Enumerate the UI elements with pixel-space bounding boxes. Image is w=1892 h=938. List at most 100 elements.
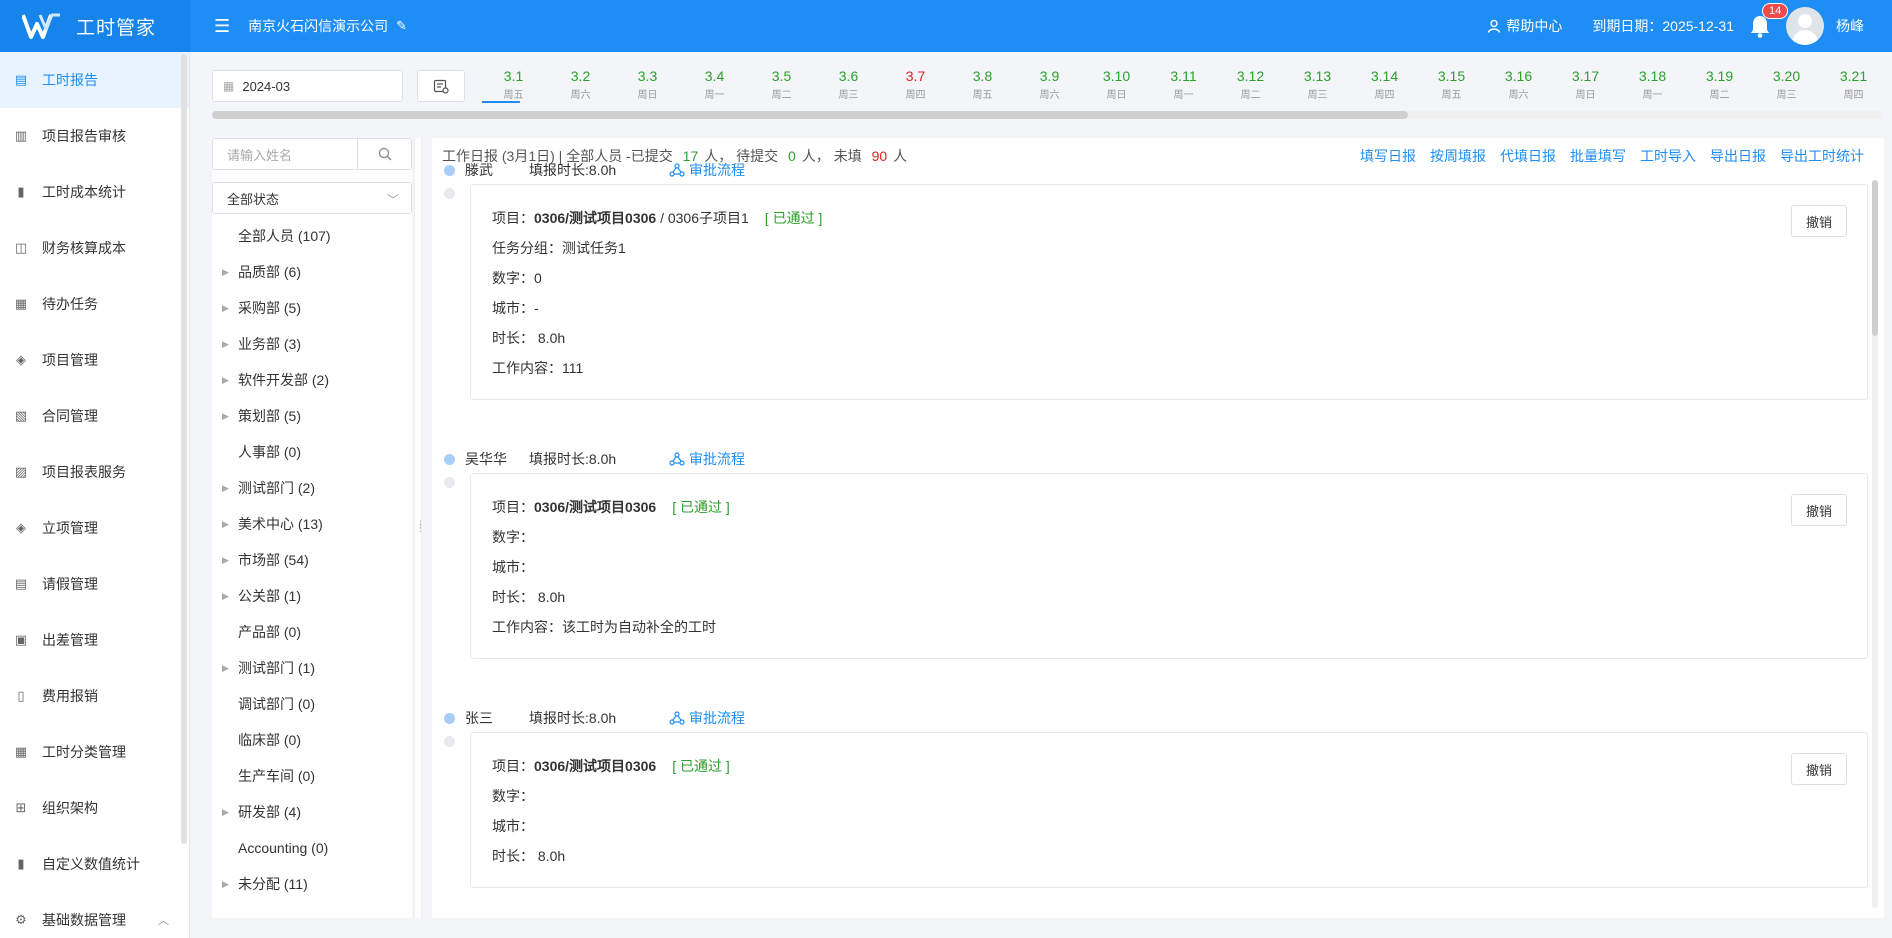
day-date: 3.4: [704, 68, 725, 84]
sidebar-item-4[interactable]: ▦ 待办任务: [0, 276, 189, 332]
day-tab-11[interactable]: 3.12 周二: [1217, 68, 1284, 101]
date-scrollbar[interactable]: [212, 111, 1882, 119]
day-tab-0[interactable]: 3.1 周五: [480, 68, 547, 101]
day-tab-13[interactable]: 3.14 周四: [1351, 68, 1418, 101]
avatar[interactable]: [1786, 7, 1824, 45]
panel-splitter[interactable]: ⋮ ⋮: [414, 138, 425, 918]
caret-right-icon[interactable]: ▶: [222, 267, 236, 278]
caret-right-icon[interactable]: ▶: [222, 339, 236, 350]
day-tab-20[interactable]: 3.21 周四: [1820, 68, 1887, 101]
revoke-button[interactable]: 撤销: [1791, 205, 1847, 237]
tree-item[interactable]: ▶ 软件开发部 (2): [212, 362, 412, 398]
sidebar-item-9[interactable]: ▤ 请假管理: [0, 556, 189, 612]
tree-item[interactable]: ▶ 公关部 (1): [212, 578, 412, 614]
tree-item[interactable]: 临床部 (0): [212, 722, 412, 758]
day-tab-5[interactable]: 3.6 周三: [815, 68, 882, 101]
month-picker[interactable]: ▦ 2024-03: [212, 70, 403, 102]
day-tab-7[interactable]: 3.8 周五: [949, 68, 1016, 101]
caret-right-icon[interactable]: ▶: [222, 519, 236, 530]
approval-flow-link[interactable]: 审批流程: [669, 160, 745, 180]
category-icon: ▦: [14, 744, 28, 759]
name-search-input[interactable]: 请输入姓名: [212, 138, 357, 170]
tree-item[interactable]: Accounting (0): [212, 830, 412, 866]
edit-icon[interactable]: ✎: [396, 18, 407, 34]
logo[interactable]: 工时管家: [0, 0, 190, 52]
entry-field: 时长： 8.0h: [492, 589, 566, 605]
day-tab-14[interactable]: 3.15 周五: [1418, 68, 1485, 101]
tree-item-label: 测试部门 (1): [238, 660, 315, 676]
sidebar-item-12[interactable]: ▦ 工时分类管理: [0, 724, 189, 780]
revoke-button[interactable]: 撤销: [1791, 494, 1847, 526]
tree-item[interactable]: 人事部 (0): [212, 434, 412, 470]
day-tab-3[interactable]: 3.4 周一: [681, 68, 748, 101]
tree-item[interactable]: ▶ 采购部 (5): [212, 290, 412, 326]
day-tab-19[interactable]: 3.20 周三: [1753, 68, 1820, 101]
timeline-dot-secondary: [444, 736, 455, 747]
sidebar-scrollbar[interactable]: [181, 54, 187, 844]
day-tab-16[interactable]: 3.17 周日: [1552, 68, 1619, 101]
day-date: 3.7: [905, 68, 926, 84]
tree-item[interactable]: ▶ 策划部 (5): [212, 398, 412, 434]
caret-right-icon[interactable]: ▶: [222, 879, 236, 890]
calendar-view-button[interactable]: [417, 70, 465, 102]
caret-right-icon[interactable]: ▶: [222, 591, 236, 602]
tree-item[interactable]: ▶ 品质部 (6): [212, 254, 412, 290]
sidebar-item-11[interactable]: ▯ 费用报销: [0, 668, 189, 724]
approval-flow-link[interactable]: 审批流程: [669, 449, 745, 469]
username[interactable]: 杨峰: [1836, 16, 1864, 36]
sidebar-item-0[interactable]: ▤ 工时报告: [0, 52, 189, 108]
caret-right-icon[interactable]: ▶: [222, 807, 236, 818]
tree-item[interactable]: 全部人员 (107): [212, 218, 412, 254]
day-tab-1[interactable]: 3.2 周六: [547, 68, 614, 101]
sidebar-item-14[interactable]: ▮ 自定义数值统计: [0, 836, 189, 892]
caret-right-icon[interactable]: ▶: [222, 663, 236, 674]
tree-item[interactable]: ▶ 测试部门 (1): [212, 650, 412, 686]
caret-right-icon[interactable]: ▶: [222, 411, 236, 422]
day-tab-12[interactable]: 3.13 周三: [1284, 68, 1351, 101]
tree-item[interactable]: ▶ 未分配 (11): [212, 866, 412, 902]
caret-right-icon[interactable]: ▶: [222, 303, 236, 314]
notification-bell[interactable]: 14: [1748, 3, 1789, 39]
day-tab-2[interactable]: 3.3 周日: [614, 68, 681, 101]
sidebar-item-5[interactable]: ◈ 项目管理: [0, 332, 189, 388]
menu-toggle-icon[interactable]: ☰: [214, 16, 230, 37]
tree-item[interactable]: 调试部门 (0): [212, 686, 412, 722]
tree-item[interactable]: ▶ 市场部 (54): [212, 542, 412, 578]
caret-right-icon[interactable]: ▶: [222, 375, 236, 386]
tree-item[interactable]: ▶ 研发部 (4): [212, 794, 412, 830]
day-tab-15[interactable]: 3.16 周六: [1485, 68, 1552, 101]
revoke-button[interactable]: 撤销: [1791, 753, 1847, 785]
tree-item[interactable]: 产品部 (0): [212, 614, 412, 650]
approval-flow-link[interactable]: 审批流程: [669, 708, 745, 728]
day-tab-8[interactable]: 3.9 周六: [1016, 68, 1083, 101]
tree-item[interactable]: ▶ 测试部门 (2): [212, 470, 412, 506]
day-tab-6[interactable]: 3.7 周四: [882, 68, 949, 101]
main-scrollbar[interactable]: [1872, 180, 1878, 908]
day-tab-10[interactable]: 3.11 周一: [1150, 68, 1217, 101]
tree-item[interactable]: ▶ 美术中心 (13): [212, 506, 412, 542]
caret-right-icon[interactable]: ▶: [222, 483, 236, 494]
sidebar-item-1[interactable]: ▥ 项目报告审核: [0, 108, 189, 164]
day-tab-9[interactable]: 3.10 周日: [1083, 68, 1150, 101]
sidebar-item-6[interactable]: ▧ 合同管理: [0, 388, 189, 444]
sidebar-item-3[interactable]: ◫ 财务核算成本: [0, 220, 189, 276]
tree-item[interactable]: 生产车间 (0): [212, 758, 412, 794]
caret-right-icon[interactable]: ▶: [222, 555, 236, 566]
tree-item[interactable]: ▶ 业务部 (3): [212, 326, 412, 362]
sidebar-item-2[interactable]: ▮ 工时成本统计: [0, 164, 189, 220]
sidebar-item-13[interactable]: ⊞ 组织架构: [0, 780, 189, 836]
sidebar-item-7[interactable]: ▨ 项目报表服务: [0, 444, 189, 500]
sidebar-item-10[interactable]: ▣ 出差管理: [0, 612, 189, 668]
notification-count-badge: 14: [1762, 3, 1789, 19]
day-tab-17[interactable]: 3.18 周一: [1619, 68, 1686, 101]
entry-field: 工作内容：111: [492, 360, 584, 376]
status-select[interactable]: 全部状态 ﹀: [212, 182, 412, 214]
timeline-dot: [444, 164, 455, 176]
day-tab-18[interactable]: 3.19 周二: [1686, 68, 1753, 101]
search-button[interactable]: [357, 138, 412, 170]
sidebar-item-8[interactable]: ◈ 立项管理: [0, 500, 189, 556]
day-tab-4[interactable]: 3.5 周二: [748, 68, 815, 101]
review-icon: ▥: [14, 128, 28, 143]
sidebar-item-15[interactable]: ⚙ 基础数据管理 ︿: [0, 892, 189, 938]
help-center-link[interactable]: 帮助中心: [1487, 16, 1562, 36]
